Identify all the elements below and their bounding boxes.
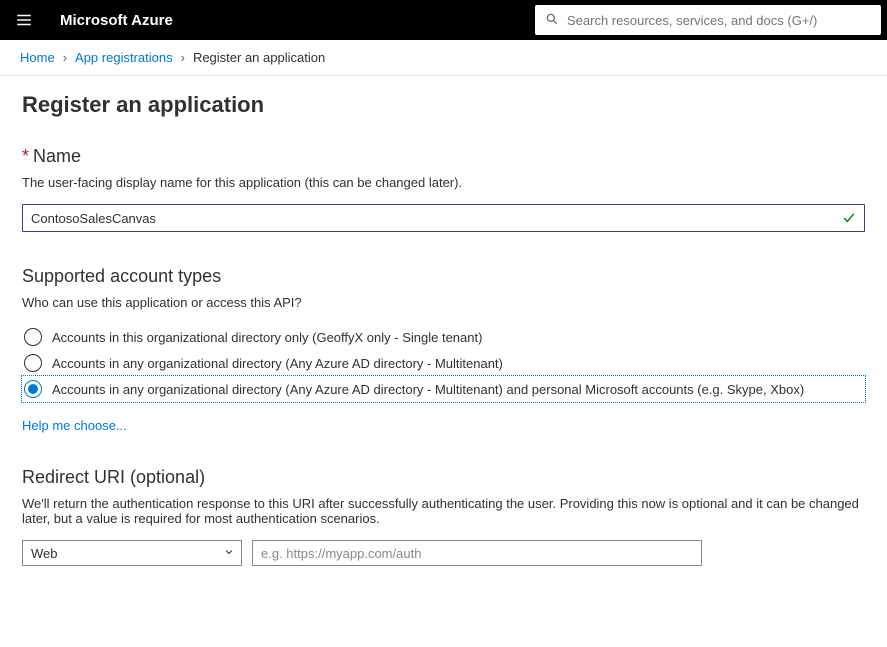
chevron-right-icon: › — [181, 50, 185, 65]
name-header: *Name — [22, 146, 865, 167]
required-indicator: * — [22, 146, 29, 166]
search-input[interactable] — [567, 13, 871, 28]
redirect-uri-row: Web — [22, 540, 865, 566]
redirect-uri-section: Redirect URI (optional) We'll return the… — [22, 467, 865, 566]
breadcrumb: Home › App registrations › Register an a… — [0, 40, 887, 76]
chevron-down-icon — [223, 546, 235, 561]
select-value: Web — [31, 546, 58, 561]
brand-label: Microsoft Azure — [60, 12, 173, 29]
breadcrumb-current: Register an application — [193, 50, 325, 65]
account-type-option-multitenant-personal[interactable]: Accounts in any organizational directory… — [22, 376, 865, 402]
radio-icon — [24, 354, 42, 372]
name-desc: The user-facing display name for this ap… — [22, 175, 865, 190]
account-types-section: Supported account types Who can use this… — [22, 266, 865, 433]
radio-label: Accounts in any organizational directory… — [52, 356, 503, 371]
account-types-header: Supported account types — [22, 266, 865, 287]
redirect-header: Redirect URI (optional) — [22, 467, 865, 488]
redirect-type-select[interactable]: Web — [22, 540, 242, 566]
help-me-choose-link[interactable]: Help me choose... — [22, 418, 127, 433]
account-type-option-multitenant[interactable]: Accounts in any organizational directory… — [22, 350, 865, 376]
account-types-desc: Who can use this application or access t… — [22, 295, 865, 310]
top-bar: Microsoft Azure — [0, 0, 887, 40]
page-title: Register an application — [22, 92, 865, 118]
breadcrumb-app-registrations[interactable]: App registrations — [75, 50, 173, 65]
name-input-wrap[interactable] — [22, 204, 865, 232]
name-section: *Name The user-facing display name for t… — [22, 146, 865, 232]
checkmark-icon — [842, 211, 856, 225]
global-search[interactable] — [535, 5, 881, 35]
menu-icon[interactable] — [0, 0, 48, 40]
radio-icon — [24, 328, 42, 346]
radio-label: Accounts in this organizational director… — [52, 330, 482, 345]
account-type-option-single-tenant[interactable]: Accounts in this organizational director… — [22, 324, 865, 350]
redirect-desc: We'll return the authentication response… — [22, 496, 865, 526]
breadcrumb-home[interactable]: Home — [20, 50, 55, 65]
redirect-uri-input[interactable] — [252, 540, 702, 566]
radio-label: Accounts in any organizational directory… — [52, 382, 804, 397]
chevron-right-icon: › — [63, 50, 67, 65]
page-content: Register an application *Name The user-f… — [0, 76, 887, 624]
radio-icon — [24, 380, 42, 398]
search-icon — [545, 12, 559, 29]
name-input[interactable] — [31, 211, 836, 226]
